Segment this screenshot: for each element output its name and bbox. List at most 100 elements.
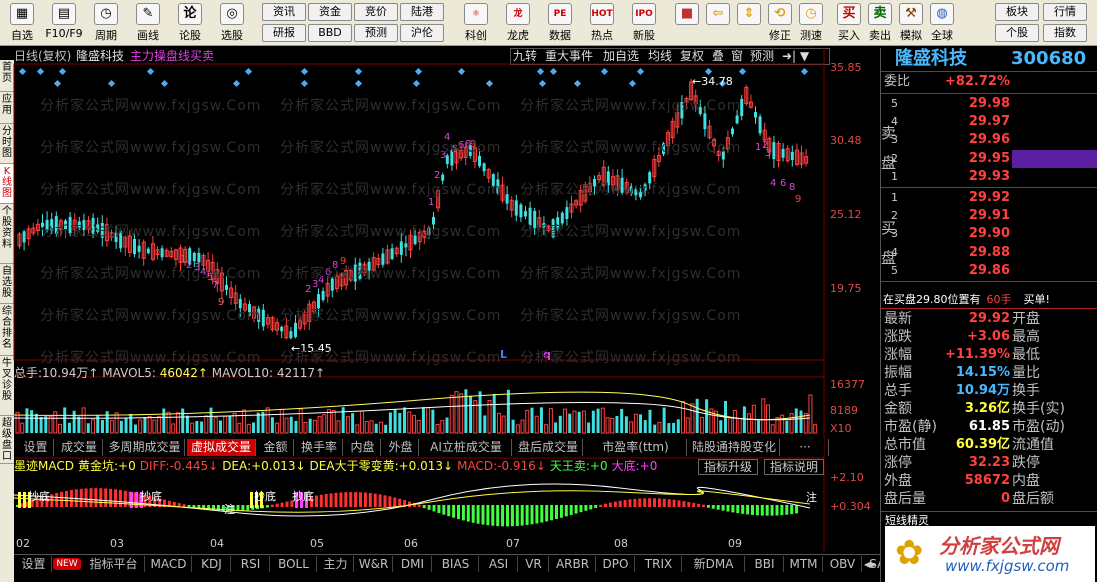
indicator-tab[interactable]: 设置 bbox=[16, 556, 52, 572]
indicator-tab[interactable]: MTM bbox=[785, 556, 823, 572]
volume-bar bbox=[633, 413, 638, 434]
volume-tab[interactable]: 多周期成交量 bbox=[105, 439, 185, 456]
macd-bar bbox=[741, 505, 745, 514]
indicator-tab[interactable]: KDJ bbox=[193, 556, 231, 572]
volume-tab[interactable]: 设置 bbox=[18, 439, 54, 456]
macd-bar bbox=[633, 498, 637, 507]
macd-bar bbox=[388, 496, 392, 507]
stat-value: 60.39亿 bbox=[955, 437, 1010, 452]
volume-bar bbox=[195, 420, 199, 433]
watermark-text: 分析家公式网www.fxjgsw.Com bbox=[520, 98, 742, 114]
macd-bar bbox=[550, 505, 554, 521]
macd-signal-bar bbox=[250, 492, 253, 508]
volume-bar bbox=[388, 412, 392, 433]
sell-level-row[interactable]: 5 29.98 bbox=[881, 95, 1097, 113]
macd-item-value: -0.916 bbox=[497, 459, 536, 473]
sell-price: 29.97 bbox=[968, 114, 1010, 130]
volume-tab[interactable]: 内盘 bbox=[345, 439, 381, 456]
indicator-tab[interactable]: BBI bbox=[746, 556, 784, 572]
stat-label: 总市值 bbox=[884, 437, 926, 453]
indicator-tab[interactable]: BIAS bbox=[433, 556, 479, 572]
watermark-text: 分析家公式网www.fxjgsw.Com bbox=[280, 266, 502, 282]
volume-bar bbox=[204, 415, 209, 434]
macd-bar bbox=[109, 488, 113, 507]
volume-bar bbox=[175, 412, 180, 434]
signal-diamond bbox=[53, 79, 62, 88]
volume-tab[interactable]: 换手率 bbox=[296, 439, 343, 456]
buy-level-row[interactable]: 1 29.92 bbox=[881, 189, 1097, 207]
stat-row: 涨幅 +11.39% 最低 bbox=[881, 346, 1097, 364]
buy-level-row[interactable]: 2 29.91 bbox=[881, 207, 1097, 225]
volume-tab[interactable]: 虚拟成交量 bbox=[187, 439, 256, 456]
volume-bar bbox=[25, 408, 29, 433]
macd-bar bbox=[692, 502, 696, 507]
indicator-tab[interactable]: ASI bbox=[480, 556, 518, 572]
volume-tab[interactable]: 盘后成交量 bbox=[514, 439, 583, 456]
indicator-tab[interactable]: TRIX bbox=[636, 556, 682, 572]
scroll-arrows-icon[interactable]: ◂▸ bbox=[860, 556, 880, 572]
macd-bar bbox=[613, 501, 617, 507]
indicator-tab[interactable]: W&R bbox=[355, 556, 393, 572]
signal-diamond bbox=[300, 67, 309, 76]
volume-bar bbox=[699, 416, 704, 434]
macd-bar bbox=[657, 498, 661, 507]
volume-bar bbox=[63, 407, 67, 433]
volume-tab[interactable]: 成交量 bbox=[56, 439, 103, 456]
volume-axis-label: 16377 bbox=[830, 378, 865, 391]
indicator-tab[interactable]: VR bbox=[519, 556, 549, 572]
signal-diamond bbox=[457, 67, 466, 76]
buy-level-row[interactable]: 3 29.90 bbox=[881, 225, 1097, 243]
volume-tab[interactable]: AI立桩成交量 bbox=[421, 439, 512, 456]
volume-tab[interactable]: 外盘 bbox=[383, 439, 419, 456]
macd-option-button[interactable]: 指标升级 bbox=[698, 459, 758, 475]
buy-level-row[interactable]: 5 29.86 bbox=[881, 262, 1097, 280]
mavol10-value: 42117 bbox=[276, 366, 316, 380]
divider bbox=[881, 93, 1097, 94]
macd-bar bbox=[721, 505, 725, 511]
macd-bar bbox=[285, 501, 289, 507]
macd-axis-label: +0.304 bbox=[830, 500, 871, 513]
macd-option-button[interactable]: 指标说明 bbox=[764, 459, 824, 475]
stat-value: 61.85 bbox=[968, 419, 1010, 434]
volume-bar bbox=[345, 416, 350, 434]
volume-tab[interactable]: 市盈率(ttm) bbox=[585, 439, 687, 456]
signal-diamond bbox=[414, 67, 423, 76]
volume-bar bbox=[393, 409, 397, 433]
volume-bar bbox=[539, 407, 543, 433]
volume-bar bbox=[374, 423, 378, 433]
volume-bar bbox=[246, 423, 251, 434]
count-marker: 1 bbox=[755, 142, 761, 153]
volume-bar bbox=[303, 421, 308, 434]
buy-level-row[interactable]: 4 29.88 bbox=[881, 244, 1097, 262]
macd-bar bbox=[584, 505, 588, 511]
macd-bar bbox=[452, 505, 456, 518]
volume-tab[interactable]: 金额 bbox=[258, 439, 294, 456]
stat-label-right: 盘后额 bbox=[1012, 491, 1054, 507]
macd-bar bbox=[432, 505, 436, 512]
sell-level-row[interactable]: 1 29.93 bbox=[881, 168, 1097, 186]
indicator-tab[interactable]: DMI bbox=[394, 556, 432, 572]
indicator-tab[interactable]: 指标平台 bbox=[83, 556, 145, 572]
volume-tab[interactable]: 陆股通持股变化 bbox=[689, 439, 780, 456]
indicator-tab[interactable]: 新DMA bbox=[683, 556, 745, 572]
macd-bar bbox=[746, 505, 750, 515]
macd-bar bbox=[123, 490, 127, 507]
stat-row: 金额 3.26亿 换手(实) bbox=[881, 400, 1097, 418]
indicator-tab[interactable]: BOLL bbox=[271, 556, 317, 572]
buy-price: 29.91 bbox=[968, 208, 1010, 224]
indicator-tab[interactable]: 主力 bbox=[318, 556, 354, 572]
stat-label: 总手 bbox=[884, 383, 912, 399]
logo-title: 分析家公式网 bbox=[939, 534, 1059, 558]
macd-bar bbox=[275, 503, 279, 507]
sell-level-row[interactable]: 3 29.96 bbox=[881, 131, 1097, 149]
indicator-tab[interactable]: OBV bbox=[824, 556, 862, 572]
sell-level-row[interactable]: 4 29.97 bbox=[881, 113, 1097, 131]
indicator-tab[interactable]: RSI bbox=[232, 556, 270, 572]
indicator-tab[interactable]: DPO bbox=[597, 556, 635, 572]
stat-label: 涨跌 bbox=[884, 329, 912, 345]
sell-level-row[interactable]: 2 29.95 bbox=[881, 149, 1097, 168]
volume-tab[interactable]: ··· bbox=[782, 439, 829, 456]
indicator-tab[interactable]: MACD bbox=[146, 556, 192, 572]
indicator-tab[interactable]: ARBR bbox=[550, 556, 596, 572]
watermark-text: 分析家公式网www.fxjgsw.Com bbox=[520, 182, 742, 198]
